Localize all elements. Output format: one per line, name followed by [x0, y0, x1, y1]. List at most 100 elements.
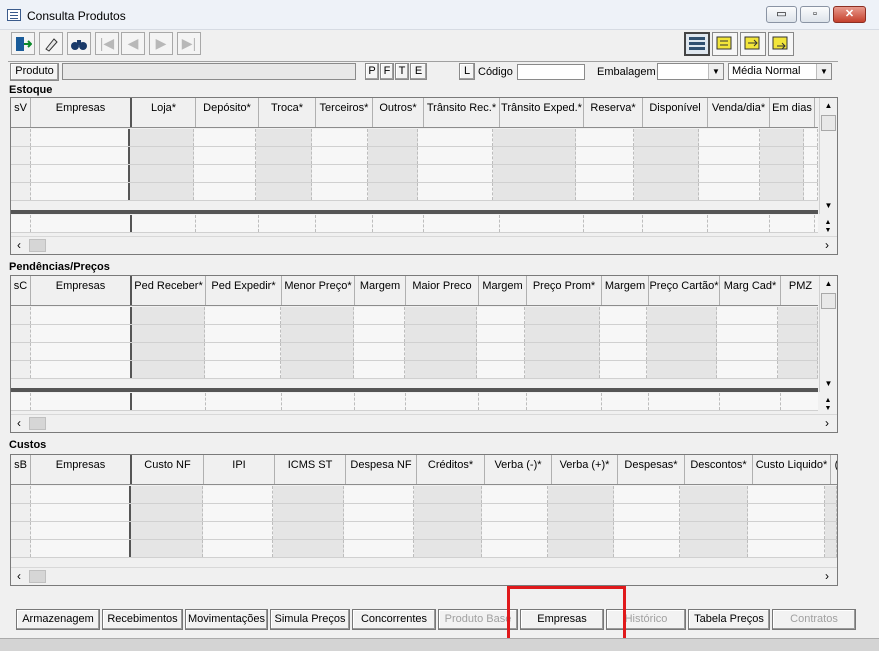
estoque-grid[interactable]: sV Empresas Loja* Depósito* Troca* Terce…	[10, 97, 838, 255]
column-header[interactable]: Ped Expedir*	[206, 276, 282, 305]
table-row[interactable]	[11, 325, 818, 343]
table-cell[interactable]	[11, 129, 31, 146]
table-cell[interactable]	[548, 504, 614, 521]
column-header[interactable]: Loja*	[132, 98, 196, 127]
table-cell[interactable]	[634, 183, 699, 200]
column-header[interactable]: sB	[11, 455, 31, 484]
table-cell[interactable]	[481, 486, 549, 503]
exit-button[interactable]	[11, 32, 35, 55]
column-header[interactable]: Disponível	[643, 98, 708, 127]
table-cell[interactable]	[825, 486, 837, 503]
table-cell[interactable]	[525, 343, 600, 360]
table-cell[interactable]	[30, 504, 132, 521]
table-cell[interactable]	[576, 147, 635, 164]
table-row[interactable]	[11, 504, 837, 522]
column-header[interactable]: Custo NF	[132, 455, 204, 484]
column-header[interactable]: Terceiros*	[316, 98, 373, 127]
table-cell[interactable]	[698, 129, 760, 146]
table-cell[interactable]	[778, 343, 818, 360]
table-cell[interactable]	[311, 129, 369, 146]
column-header[interactable]: Ped Receber*	[132, 276, 206, 305]
column-header[interactable]: Preço Prom*	[527, 276, 602, 305]
table-cell[interactable]	[804, 165, 818, 182]
table-cell[interactable]	[343, 504, 415, 521]
l-button[interactable]: L	[459, 63, 475, 80]
table-cell[interactable]	[273, 486, 344, 503]
table-cell[interactable]	[418, 147, 494, 164]
estoque-vertical-scrollbar[interactable]: ▲ ▼	[819, 98, 837, 214]
table-cell[interactable]	[205, 361, 281, 378]
table-cell[interactable]	[493, 129, 577, 146]
table-cell[interactable]	[747, 486, 826, 503]
table-cell[interactable]	[11, 183, 31, 200]
column-header[interactable]: V	[815, 98, 819, 127]
table-cell[interactable]	[759, 165, 805, 182]
scroll-left-icon[interactable]: ‹	[11, 237, 27, 254]
table-cell[interactable]	[30, 129, 131, 146]
column-header[interactable]: Créditos*	[417, 455, 485, 484]
table-cell[interactable]	[634, 165, 699, 182]
table-cell[interactable]	[202, 522, 274, 539]
clear-button[interactable]	[39, 32, 63, 55]
totals-spinner[interactable]: ▲ ▼	[820, 397, 836, 413]
table-cell[interactable]	[131, 325, 206, 342]
table-cell[interactable]	[130, 147, 194, 164]
table-cell[interactable]	[311, 183, 369, 200]
table-cell[interactable]	[255, 147, 312, 164]
table-cell[interactable]	[130, 129, 194, 146]
table-cell[interactable]	[404, 325, 478, 342]
table-cell[interactable]	[825, 522, 837, 539]
table-cell[interactable]	[747, 540, 826, 557]
minimize-button[interactable]: ▭	[766, 6, 797, 23]
tab-recebimentos[interactable]: Recebimentos	[102, 609, 183, 630]
table-cell[interactable]	[130, 165, 194, 182]
table-cell[interactable]	[717, 307, 779, 324]
table-cell[interactable]	[368, 129, 419, 146]
table-cell[interactable]	[202, 540, 274, 557]
table-cell[interactable]	[804, 129, 818, 146]
column-header[interactable]: Preço Cartão*	[649, 276, 720, 305]
table-cell[interactable]	[759, 147, 805, 164]
totals-spinner[interactable]: ▲ ▼	[820, 219, 836, 235]
table-cell[interactable]	[30, 147, 131, 164]
tab-concorrentes[interactable]: Concorrentes	[352, 609, 436, 630]
table-cell[interactable]	[481, 540, 549, 557]
column-header[interactable]: Trânsito Exped.*	[500, 98, 584, 127]
pendencias-horizontal-scrollbar[interactable]: ‹ ›	[11, 414, 837, 432]
table-cell[interactable]	[343, 522, 415, 539]
table-cell[interactable]	[680, 504, 748, 521]
table-cell[interactable]	[599, 343, 647, 360]
table-cell[interactable]	[368, 147, 419, 164]
table-cell[interactable]	[280, 325, 354, 342]
scroll-down-icon[interactable]: ▼	[820, 198, 837, 214]
table-cell[interactable]	[414, 486, 482, 503]
column-header[interactable]: Empresas	[31, 455, 132, 484]
table-cell[interactable]	[368, 165, 419, 182]
table-cell[interactable]	[11, 504, 31, 521]
grid-view-button[interactable]	[684, 32, 710, 56]
table-cell[interactable]	[343, 486, 415, 503]
column-header[interactable]: Margem	[602, 276, 649, 305]
column-header[interactable]: Reserva*	[584, 98, 643, 127]
table-cell[interactable]	[680, 540, 748, 557]
table-cell[interactable]	[131, 486, 203, 503]
table-cell[interactable]	[481, 504, 549, 521]
table-cell[interactable]	[30, 165, 131, 182]
table-cell[interactable]	[280, 343, 354, 360]
table-cell[interactable]	[493, 165, 577, 182]
table-cell[interactable]	[599, 307, 647, 324]
column-header[interactable]: Despesas*	[618, 455, 685, 484]
table-cell[interactable]	[646, 361, 718, 378]
table-cell[interactable]	[418, 183, 494, 200]
table-cell[interactable]	[804, 147, 818, 164]
table-cell[interactable]	[717, 343, 779, 360]
table-cell[interactable]	[414, 504, 482, 521]
table-cell[interactable]	[273, 522, 344, 539]
tab-armazenagem[interactable]: Armazenagem	[16, 609, 100, 630]
table-cell[interactable]	[747, 522, 826, 539]
table-cell[interactable]	[548, 486, 614, 503]
last-record-button[interactable]: ▶|	[177, 32, 201, 55]
table-cell[interactable]	[613, 504, 681, 521]
table-cell[interactable]	[599, 325, 647, 342]
table-cell[interactable]	[30, 486, 132, 503]
